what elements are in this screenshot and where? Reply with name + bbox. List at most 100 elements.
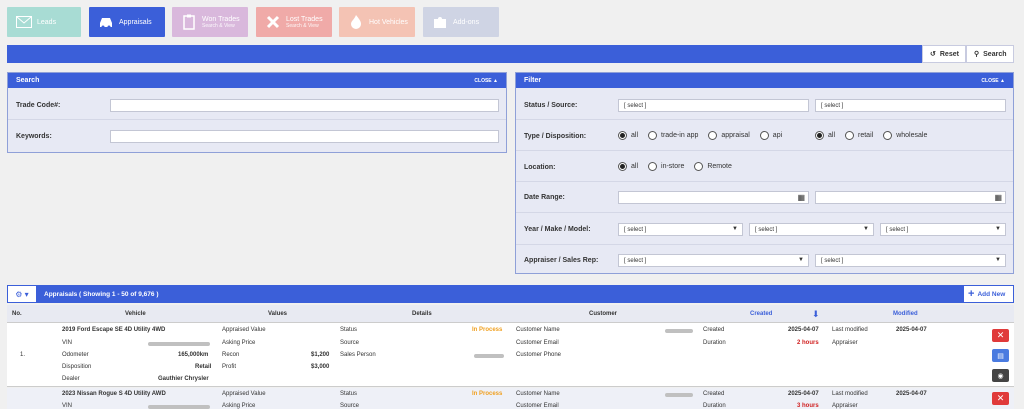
vin-label: VIN xyxy=(62,340,73,346)
tab-lost-trades[interactable]: Lost Trades Search & View xyxy=(256,7,332,37)
disp-radio-wholesale[interactable]: wholesale xyxy=(883,131,927,140)
grid-settings-button[interactable]: ⚙ ▾ xyxy=(8,286,36,302)
close-icon: ✕ xyxy=(996,393,1005,403)
profit-label: Profit xyxy=(222,364,237,370)
search-panel-close[interactable]: CLOSE ▲ xyxy=(474,78,498,84)
model-select[interactable]: [ select ] ▼ xyxy=(880,223,1006,236)
reset-icon: ↺ xyxy=(930,51,936,58)
delete-button[interactable]: ✕ xyxy=(992,392,1009,405)
tab-add-ons[interactable]: Add-ons xyxy=(423,7,499,37)
date-to-input[interactable]: ▦ xyxy=(815,191,1006,204)
col-modified[interactable]: Modified xyxy=(893,311,918,317)
date-range-label: Date Range: xyxy=(524,194,565,201)
chevron-down-icon: ▼ xyxy=(863,226,869,232)
status-source-label: Status / Source: xyxy=(524,102,578,109)
type-radio-group: all trade-in app appraisal api xyxy=(618,131,792,140)
date-from-input[interactable]: ▦ xyxy=(618,191,809,204)
search-panel: Search CLOSE ▲ Trade Code#: Keywords: xyxy=(7,72,507,153)
customer-email-label: Customer Email xyxy=(516,403,559,409)
salesperson-label: Sales Person xyxy=(340,352,376,358)
source-label: Source xyxy=(340,340,360,346)
created-label: Created xyxy=(703,391,725,397)
sort-down-icon[interactable]: ⬇ xyxy=(812,309,820,320)
odometer-label: Odometer xyxy=(62,352,89,358)
calendar-icon[interactable]: ▦ xyxy=(994,193,1002,202)
type-radio-trade-in-app[interactable]: trade-in app xyxy=(648,131,698,140)
col-created[interactable]: Created xyxy=(750,311,772,317)
type-radio-all[interactable]: all xyxy=(618,131,638,140)
calendar-icon[interactable]: ▦ xyxy=(797,193,805,202)
filter-panel-title: Filter xyxy=(524,77,542,84)
plus-icon: + xyxy=(968,288,975,300)
status-value: In Process xyxy=(472,327,503,333)
status-label: Status xyxy=(340,391,358,397)
source-select[interactable]: [ select ] xyxy=(815,99,1006,112)
created-value: 2025-04-07 xyxy=(788,327,819,333)
close-icon: ✕ xyxy=(996,330,1005,340)
disp-radio-all[interactable]: all xyxy=(815,131,835,140)
trade-code-input[interactable] xyxy=(110,99,499,112)
filter-panel-header: Filter CLOSE ▲ xyxy=(516,73,1013,88)
vehicle-name[interactable]: 2019 Ford Escape SE 4D Utility 4WD xyxy=(62,327,165,333)
year-select[interactable]: [ select ] ▼ xyxy=(618,223,743,236)
duration-value: 2 hours xyxy=(797,340,819,346)
tab-leads[interactable]: Leads xyxy=(7,7,81,37)
tab-lost-trades-sub: Search & View xyxy=(286,22,319,29)
tab-lost-trades-label: Lost Trades xyxy=(286,15,323,23)
tab-add-ons-label: Add-ons xyxy=(453,18,480,26)
grid-title: Appraisals ( Showing 1 - 50 of 9,676 ) xyxy=(44,291,159,298)
view-button[interactable]: ◉ xyxy=(992,369,1009,382)
location-radio-all[interactable]: all xyxy=(618,162,638,171)
location-radio-in-store[interactable]: in-store xyxy=(648,162,684,171)
status-value: In Process xyxy=(472,391,503,397)
tab-appraisals[interactable]: Appraisals xyxy=(89,7,165,37)
customer-email-label: Customer Email xyxy=(516,340,559,346)
delete-button[interactable]: ✕ xyxy=(992,329,1009,342)
disp-radio-retail[interactable]: retail xyxy=(845,131,873,140)
created-label: Created xyxy=(703,327,725,333)
filter-panel-close[interactable]: CLOSE ▲ xyxy=(981,78,1005,84)
customer-name-label: Customer Name xyxy=(516,391,560,397)
tab-leads-label: Leads xyxy=(37,18,57,26)
x-icon xyxy=(260,15,286,29)
make-select[interactable]: [ select ] ▼ xyxy=(749,223,874,236)
tab-hot-vehicles[interactable]: Hot Vehicles xyxy=(339,7,415,37)
search-icon: ⚲ xyxy=(974,51,980,58)
recon-value: $1,200 xyxy=(311,352,330,358)
type-radio-api[interactable]: api xyxy=(759,131,782,140)
eye-icon: ◉ xyxy=(997,372,1004,380)
chevron-down-icon: ▼ xyxy=(995,226,1001,232)
tab-won-trades[interactable]: Won Trades Search & View xyxy=(172,7,248,37)
vehicle-name[interactable]: 2023 Nissan Rogue S 4D Utility AWD xyxy=(62,391,166,397)
duration-label: Duration xyxy=(703,340,726,346)
type-radio-appraisal[interactable]: appraisal xyxy=(708,131,750,140)
col-customer: Customer xyxy=(589,311,618,317)
tab-appraisals-label: Appraisals xyxy=(119,18,152,26)
appraiser-label: Appraiser xyxy=(832,340,858,346)
asking-price-label: Asking Price xyxy=(222,340,256,346)
chevron-down-icon: ▼ xyxy=(798,257,804,263)
toolbar-bar xyxy=(7,45,1014,63)
divider xyxy=(516,244,1013,245)
document-button[interactable]: ▤ xyxy=(992,349,1009,362)
grid-column-header xyxy=(7,305,1014,323)
reset-button[interactable]: ↺ Reset xyxy=(922,45,966,63)
search-button[interactable]: ⚲ Search xyxy=(966,45,1014,63)
tab-won-trades-label: Won Trades xyxy=(202,15,240,23)
status-select[interactable]: [ select ] xyxy=(618,99,809,112)
clipboard-icon xyxy=(176,14,202,30)
add-new-button[interactable]: + Add New xyxy=(964,286,1013,302)
customer-phone-label: Customer Phone xyxy=(516,352,562,358)
divider xyxy=(516,212,1013,213)
col-vehicle: Vehicle xyxy=(125,311,146,317)
keywords-input[interactable] xyxy=(110,130,499,143)
appraiser-select[interactable]: [ select ] ▼ xyxy=(618,254,809,267)
keywords-label: Keywords: xyxy=(16,133,52,140)
sales-rep-select[interactable]: [ select ] ▼ xyxy=(815,254,1006,267)
col-no: No. xyxy=(12,311,22,317)
location-radio-remote[interactable]: Remote xyxy=(694,162,732,171)
disposition-label: Disposition xyxy=(62,364,92,370)
customer-name-blurred xyxy=(665,393,693,397)
last-modified-value: 2025-04-07 xyxy=(896,327,927,333)
trade-code-label: Trade Code#: xyxy=(16,102,61,109)
